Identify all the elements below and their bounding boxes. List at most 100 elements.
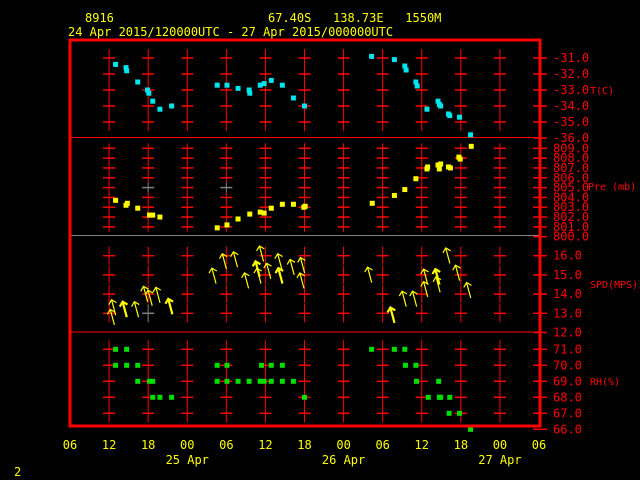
y-tick-label: 13.0: [553, 306, 582, 320]
humidity-point: [391, 346, 397, 352]
wind-arrow: [241, 272, 250, 289]
pressure-point: [150, 212, 156, 218]
x-tick-label: 12: [102, 438, 116, 452]
humidity-point: [224, 378, 230, 384]
x-tick-label: 12: [258, 438, 272, 452]
temperature-point: [457, 114, 463, 120]
wind-arrow: [106, 308, 116, 326]
pressure-point: [391, 192, 397, 198]
humidity-point: [268, 362, 274, 368]
wind-arrow: [274, 266, 284, 284]
temperature-point: [290, 95, 296, 101]
pressure-point: [369, 200, 375, 206]
y-tick-label: 70.0: [553, 358, 582, 372]
wind-arrow: [131, 300, 140, 318]
temperature-point: [169, 103, 175, 109]
y-tick-label: -34.0: [553, 99, 589, 113]
pressure-point: [457, 156, 463, 162]
station-id: 8916: [85, 11, 114, 25]
x-tick-label: 06: [63, 438, 77, 452]
wind-arrow: [442, 247, 451, 264]
temperature-point: [224, 82, 230, 88]
humidity-point: [235, 378, 241, 384]
humidity-point: [425, 394, 431, 400]
humidity-point: [268, 378, 274, 384]
temperature-point: [279, 82, 285, 88]
temperature-point: [403, 67, 409, 73]
temperature-point: [302, 103, 307, 109]
humidity-point: [157, 394, 163, 400]
humidity-point: [457, 410, 463, 416]
wind-arrow: [409, 290, 418, 307]
wind-arrow: [432, 275, 442, 293]
humidity-point: [436, 378, 442, 384]
time-period: 24 Apr 2015/120000UTC - 27 Apr 2015/0000…: [68, 25, 393, 39]
humidity-point: [124, 362, 130, 368]
pressure-point: [302, 203, 308, 209]
humidity-point: [261, 378, 267, 384]
temperature-point: [113, 61, 119, 67]
y-tick-label: -32.0: [553, 67, 589, 81]
humidity-point: [124, 346, 130, 352]
x-tick-label: 06: [219, 438, 233, 452]
x-tick-label: 06: [375, 438, 389, 452]
temperature-point: [150, 98, 156, 104]
temperature-point: [268, 77, 274, 83]
humidity-point: [446, 410, 452, 416]
humidity-point: [279, 378, 285, 384]
wind-arrow: [364, 266, 373, 283]
wind-arrow: [253, 267, 263, 284]
wind-arrow: [398, 290, 408, 307]
humidity-point: [290, 378, 296, 384]
y-tick-label: 800.0: [553, 230, 589, 244]
wind-arrow: [152, 286, 162, 303]
wind-arrow: [263, 262, 272, 279]
x-tick-label: 00: [493, 438, 507, 452]
x-tick-label: 18: [297, 438, 311, 452]
pressure-point: [135, 205, 141, 211]
x-date-label: 26 Apr: [322, 453, 365, 467]
panel-label: T(C): [590, 86, 614, 97]
pressure-point: [224, 222, 230, 228]
humidity-point: [246, 378, 252, 384]
wind-arrow: [230, 250, 239, 268]
temperature-point: [157, 106, 163, 112]
wind-arrow: [463, 281, 472, 299]
header: 8916 67.40S 138.73E 1550M 24 Apr 2015/12…: [68, 11, 441, 39]
y-tick-label: -33.0: [553, 83, 589, 97]
x-tick-label: 18: [141, 438, 155, 452]
temperature-point: [369, 53, 375, 59]
pressure-point: [261, 210, 267, 216]
humidity-point: [150, 378, 156, 384]
y-tick-label: 66.0: [553, 422, 582, 436]
humidity-point: [169, 394, 175, 400]
temperature-point: [235, 85, 241, 91]
wind-arrow: [118, 300, 129, 318]
data-marks: [106, 53, 474, 432]
pressure-point: [438, 161, 444, 167]
x-tick-label: 06: [532, 438, 546, 452]
wind-arrow: [386, 305, 396, 324]
x-tick-label: 18: [454, 438, 468, 452]
pressure-point: [413, 176, 419, 182]
temperature-point: [247, 90, 253, 96]
panel-label: SPD(MPS): [590, 280, 638, 291]
temperature-point: [447, 113, 453, 119]
humidity-point: [259, 362, 265, 368]
x-tick-label: 00: [336, 438, 350, 452]
humidity-point: [447, 394, 453, 400]
humidity-point: [302, 394, 307, 400]
humidity-point: [402, 346, 408, 352]
humidity-point: [402, 362, 408, 368]
wind-arrow: [297, 256, 306, 274]
humidity-point: [438, 394, 444, 400]
y-tick-label: 15.0: [553, 268, 582, 282]
pressure-point: [290, 201, 296, 207]
humidity-point: [113, 362, 119, 368]
humidity-point: [150, 394, 156, 400]
axes: -31.0-32.0-33.0-34.0-35.0-36.0T(C)809.08…: [63, 51, 638, 467]
pressure-point: [235, 216, 241, 222]
pressure-point: [214, 225, 220, 231]
temperature-point: [438, 103, 444, 109]
temperature-point: [124, 68, 130, 74]
